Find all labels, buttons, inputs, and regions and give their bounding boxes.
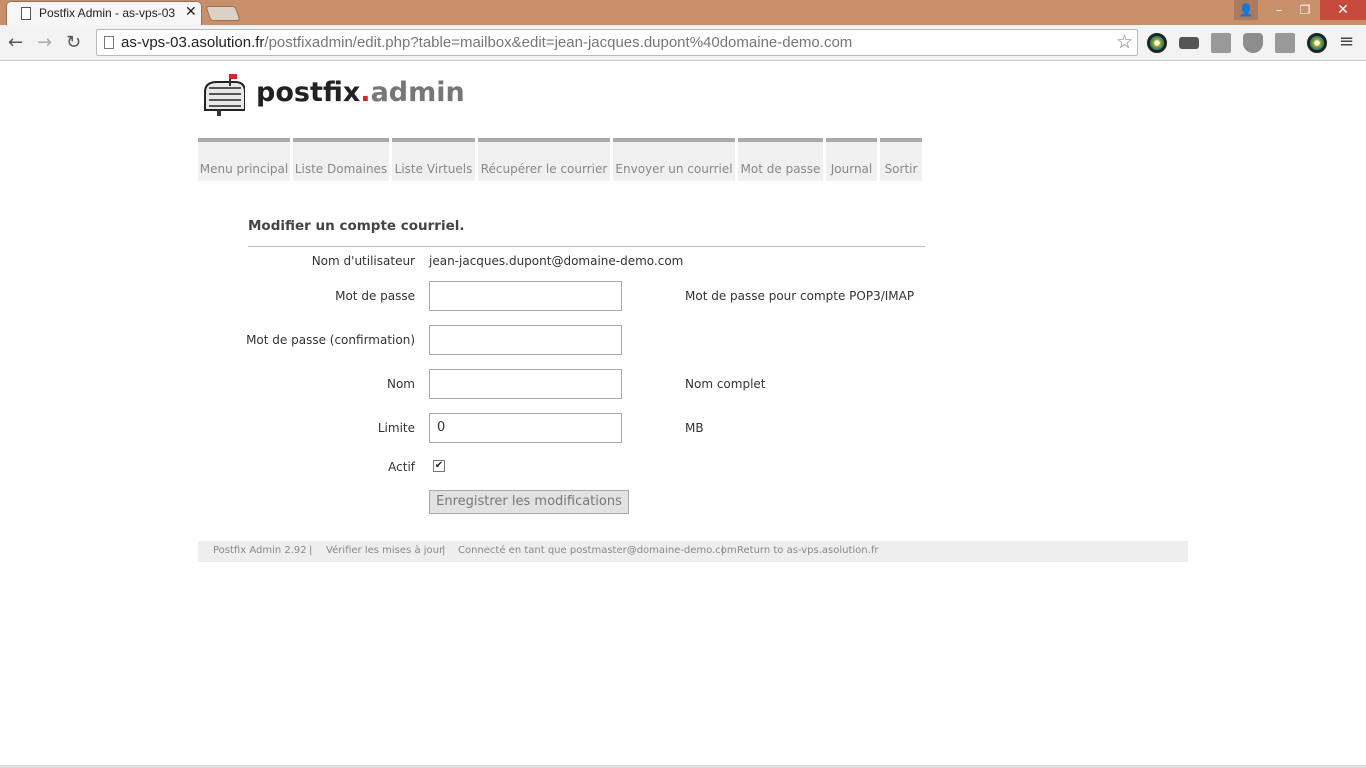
extension-color-icon[interactable] [1147,33,1167,53]
logo-text: postfix.admin [256,77,465,108]
logo-dot: . [360,77,371,108]
url-path: /postfixadmin/edit.php?table=mailbox&edi… [264,34,853,51]
save-changes-button[interactable]: Enregistrer les modifications [429,490,629,514]
address-bar[interactable]: as-vps-03.asolution.fr/postfixadmin/edit… [96,29,1138,56]
footer-logged-in: Connecté en tant que postmaster@domaine-… [458,545,737,556]
mailbox-icon [204,74,245,116]
page-icon [21,7,31,20]
url-host: as-vps-03.asolution.fr [121,34,265,51]
forward-icon[interactable]: → [37,32,52,53]
username-label: Nom d'utilisateur [311,254,415,268]
quota-label: Limite [377,421,415,435]
password-field[interactable] [429,281,622,311]
browser-titlebar: Postfix Admin - as-vps-03 ✕ 👤 – ❐ ✕ [0,0,1366,25]
name-label: Nom [386,377,415,391]
form-divider [248,246,925,247]
browser-tab[interactable]: Postfix Admin - as-vps-03 ✕ [6,1,202,25]
active-label: Actif [388,460,415,474]
password-confirm-field[interactable] [429,325,622,355]
footer-separator: | [309,545,313,556]
name-field[interactable] [429,369,622,399]
active-checkbox[interactable]: ✔ [433,460,445,472]
form-title: Modifier un compte courriel. [248,218,465,234]
logo-part1: postfix [256,77,361,108]
footer-check-updates[interactable]: Vérifier les mises à jour [326,545,443,556]
quota-help: MB [685,421,704,435]
menu-item-envoyer-courriel[interactable]: Envoyer un courriel [613,138,735,181]
menu-item-liste-virtuels[interactable]: Liste Virtuels [392,138,475,181]
footer-return-link[interactable]: Return to as-vps.asolution.fr [737,545,878,556]
menu-item-liste-domaines[interactable]: Liste Domaines [293,138,389,181]
url-text[interactable]: as-vps-03.asolution.fr/postfixadmin/edit… [121,34,852,51]
password-help: Mot de passe pour compte POP3/IMAP [685,289,915,303]
back-icon[interactable]: ← [8,32,23,53]
extension-mask-icon[interactable] [1179,37,1199,49]
password-label: Mot de passe [335,289,415,303]
reload-icon[interactable]: ↻ [66,32,81,53]
maximize-button[interactable]: ❐ [1292,0,1318,20]
password-confirm-label: Mot de passe (confirmation) [246,333,415,347]
bookmark-star-icon[interactable]: ☆ [1116,31,1133,53]
footer-separator: | [442,545,446,556]
username-value: jean-jacques.dupont@domaine-demo.com [429,254,684,268]
browser-menu-icon[interactable]: ≡ [1339,31,1354,52]
quota-field[interactable]: 0 [429,413,622,443]
tab-title: Postfix Admin - as-vps-03 [39,6,176,20]
new-tab-button[interactable] [205,6,241,21]
close-window-button[interactable]: ✕ [1320,0,1366,20]
minimize-button[interactable]: – [1266,0,1292,20]
menu-item-sortir[interactable]: Sortir [880,138,922,181]
footer-separator: | [721,545,725,556]
menu-item-journal[interactable]: Journal [826,138,877,181]
menu-item-menu-principal[interactable]: Menu principal [198,138,290,181]
name-help: Nom complet [685,377,766,391]
page-icon [104,36,114,49]
extension-screenshot2-icon[interactable] [1275,33,1295,53]
menu-item-mot-de-passe[interactable]: Mot de passe [738,138,823,181]
user-icon[interactable]: 👤 [1234,0,1258,20]
footer: Postfix Admin 2.92 | Vérifier les mises … [198,541,1188,562]
extension-screenshot-icon[interactable] [1211,33,1231,53]
footer-version[interactable]: Postfix Admin 2.92 [213,545,307,556]
menu-item-recuperer-courrier[interactable]: Récupérer le courrier [478,138,610,181]
logo-part2: admin [370,77,465,108]
extension-color2-icon[interactable] [1307,33,1327,53]
postfixadmin-logo[interactable]: postfix.admin [199,70,465,120]
tab-close-icon[interactable]: ✕ [185,4,197,20]
extension-fox-icon[interactable] [1243,33,1263,53]
